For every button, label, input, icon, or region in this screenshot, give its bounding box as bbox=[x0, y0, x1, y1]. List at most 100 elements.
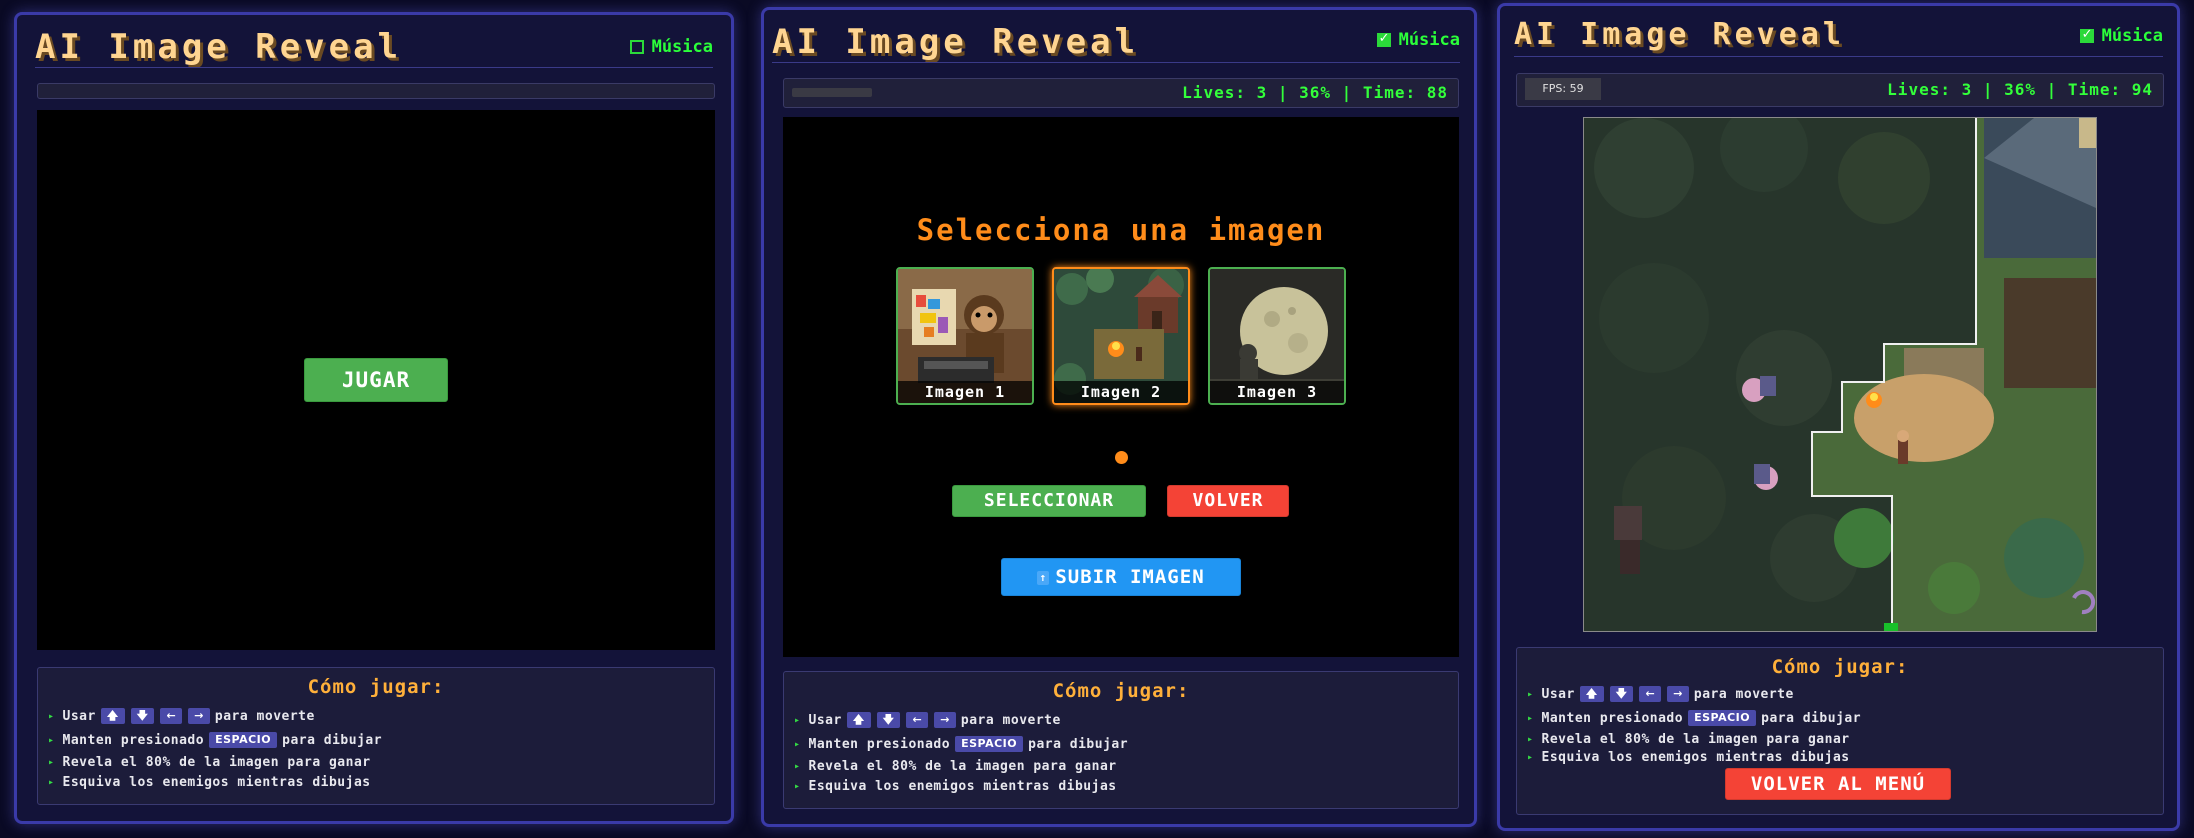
howto-move-pre: Usar bbox=[808, 712, 842, 728]
howto-avoid: ▸ Esquiva los enemigos mientras dibujas bbox=[794, 776, 1128, 796]
arrow-up-key-icon: 🡅 bbox=[846, 712, 871, 728]
howto-reveal: ▸ Revela el 80% de la imagen para ganar bbox=[48, 752, 382, 772]
image-option-label: Imagen 2 bbox=[1054, 381, 1188, 403]
space-key: ESPACIO bbox=[955, 736, 1024, 752]
progress-bar bbox=[792, 88, 872, 97]
status-text: Lives: 3 | 36% | Time: 94 bbox=[1887, 80, 2153, 99]
player-marker bbox=[1884, 623, 1898, 631]
music-label: Música bbox=[2101, 26, 2163, 46]
image-option-3[interactable]: Imagen 3 bbox=[1208, 267, 1346, 405]
upload-arrow-icon: ↑ bbox=[1037, 570, 1050, 585]
howto-hold: ▸ Manten presionado ESPACIO para dibujar bbox=[48, 728, 382, 752]
title-divider bbox=[772, 62, 1460, 63]
howto-avoid-text: Esquiva los enemigos mientras dibujas bbox=[1541, 749, 1850, 765]
arrow-right-key-icon: → bbox=[934, 712, 956, 728]
howto-hold-pre: Manten presionado bbox=[62, 732, 205, 748]
howto-hold: ▸ Manten presionado ESPACIO para dibujar bbox=[794, 732, 1128, 756]
howto-hold-pre: Manten presionado bbox=[808, 736, 951, 752]
fps-counter: FPS: 59 bbox=[1525, 78, 1601, 100]
bullet-icon: ▸ bbox=[1527, 688, 1534, 700]
music-label: Música bbox=[651, 37, 713, 57]
howto-reveal-text: Revela el 80% de la imagen para ganar bbox=[808, 758, 1117, 774]
bullet-icon: ▸ bbox=[1527, 712, 1534, 724]
image-option-2[interactable]: Imagen 2 bbox=[1052, 267, 1190, 405]
howto-move: ▸ Usar 🡅 🡇 ← → para moverte bbox=[48, 704, 382, 728]
image-option-1[interactable]: Imagen 1 bbox=[896, 267, 1034, 405]
howto-move-post: para moverte bbox=[214, 708, 315, 724]
howto-move-post: para moverte bbox=[960, 712, 1061, 728]
image-option-label: Imagen 1 bbox=[898, 381, 1032, 403]
howto-move: ▸ Usar 🡅 🡇 ← → para moverte bbox=[794, 708, 1128, 732]
arrow-down-key-icon: 🡇 bbox=[876, 712, 901, 728]
howto-reveal: ▸ Revela el 80% de la imagen para ganar bbox=[794, 756, 1128, 776]
app-title: AI Image Reveal bbox=[1514, 17, 1845, 52]
space-key: ESPACIO bbox=[209, 732, 278, 748]
howto-reveal-text: Revela el 80% de la imagen para ganar bbox=[62, 754, 371, 770]
select-image-title: Selecciona una imagen bbox=[916, 213, 1326, 247]
game-panel-play: AI Image Reveal Música FPS: 59 Lives: 3 … bbox=[1497, 3, 2180, 831]
how-to-play-title: Cómo jugar: bbox=[307, 676, 445, 698]
howto-move-pre: Usar bbox=[1541, 686, 1575, 702]
how-to-play-title: Cómo jugar: bbox=[1771, 656, 1909, 678]
howto-hold-post: para dibujar bbox=[1028, 736, 1129, 752]
howto-reveal: ▸ Revela el 80% de la imagen para ganar bbox=[1527, 730, 1861, 748]
arrow-right-key-icon: → bbox=[1667, 686, 1689, 702]
howto-move-post: para moverte bbox=[1693, 686, 1794, 702]
howto-hold-post: para dibujar bbox=[1761, 710, 1862, 726]
bullet-icon: ▸ bbox=[794, 760, 801, 772]
status-bar bbox=[37, 83, 715, 99]
game-canvas[interactable]: Selecciona una imagen Imagen 1 Imagen 2 … bbox=[783, 117, 1459, 657]
back-to-menu-button[interactable]: VOLVER AL MENÚ bbox=[1725, 768, 1951, 800]
music-checkbox[interactable] bbox=[629, 40, 644, 54]
game-panel-start: AI Image Reveal Música JUGAR Cómo jugar:… bbox=[14, 12, 734, 824]
play-button[interactable]: JUGAR bbox=[304, 358, 448, 402]
arrow-left-key-icon: ← bbox=[906, 712, 929, 728]
upload-image-label: SUBIR IMAGEN bbox=[1055, 566, 1205, 588]
title-divider bbox=[1514, 56, 2163, 57]
app-title: AI Image Reveal bbox=[772, 22, 1140, 62]
music-toggle[interactable]: Música bbox=[1376, 30, 1460, 50]
back-button[interactable]: VOLVER bbox=[1167, 485, 1289, 517]
how-to-play-title: Cómo jugar: bbox=[1052, 680, 1190, 702]
status-bar: Lives: 3 | 36% | Time: 88 bbox=[783, 78, 1459, 108]
bullet-icon: ▸ bbox=[1527, 751, 1534, 763]
select-button[interactable]: SELECCIONAR bbox=[952, 485, 1146, 517]
music-checkbox[interactable] bbox=[1376, 31, 1391, 47]
status-bar: FPS: 59 Lives: 3 | 36% | Time: 94 bbox=[1516, 73, 2164, 107]
howto-avoid: ▸ Esquiva los enemigos mientras dibujas bbox=[48, 772, 382, 792]
status-text: Lives: 3 | 36% | Time: 88 bbox=[1182, 83, 1448, 102]
arrow-down-key-icon: 🡇 bbox=[130, 708, 155, 724]
music-toggle[interactable]: Música bbox=[2079, 26, 2163, 46]
bullet-icon: ▸ bbox=[794, 714, 801, 726]
arrow-up-key-icon: 🡅 bbox=[100, 708, 125, 724]
game-canvas[interactable] bbox=[1583, 104, 2097, 632]
music-label: Música bbox=[1398, 30, 1460, 50]
how-to-play-box: Cómo jugar: ▸ Usar 🡅 🡇 ← → para moverte … bbox=[1516, 647, 2164, 815]
howto-avoid: ▸ Esquiva los enemigos mientras dibujas bbox=[1527, 748, 1861, 766]
revealed-forest-image bbox=[1584, 104, 2096, 631]
how-to-play-box: Cómo jugar: ▸ Usar 🡅 🡇 ← → para moverte … bbox=[783, 671, 1459, 809]
bullet-icon: ▸ bbox=[48, 710, 55, 722]
howto-move-pre: Usar bbox=[62, 708, 96, 724]
music-toggle[interactable]: Música bbox=[629, 37, 713, 57]
arrow-right-key-icon: → bbox=[188, 708, 210, 724]
howto-reveal-text: Revela el 80% de la imagen para ganar bbox=[1541, 731, 1850, 747]
howto-move: ▸ Usar 🡅 🡇 ← → para moverte bbox=[1527, 682, 1861, 706]
arrow-left-key-icon: ← bbox=[1639, 686, 1662, 702]
title-divider bbox=[35, 67, 713, 68]
howto-avoid-text: Esquiva los enemigos mientras dibujas bbox=[62, 774, 371, 790]
bullet-icon: ▸ bbox=[48, 756, 55, 768]
upload-image-button[interactable]: ↑ SUBIR IMAGEN bbox=[1001, 558, 1241, 596]
bullet-icon: ▸ bbox=[48, 776, 55, 788]
arrow-up-key-icon: 🡅 bbox=[1579, 686, 1604, 702]
how-to-play-box: Cómo jugar: ▸ Usar 🡅 🡇 ← → para moverte … bbox=[37, 667, 715, 805]
image-option-label: Imagen 3 bbox=[1210, 381, 1344, 403]
music-checkbox[interactable] bbox=[2079, 27, 2094, 43]
arrow-down-key-icon: 🡇 bbox=[1609, 686, 1634, 702]
howto-avoid-text: Esquiva los enemigos mientras dibujas bbox=[808, 778, 1117, 794]
game-canvas[interactable]: JUGAR bbox=[37, 110, 715, 650]
app-title: AI Image Reveal bbox=[35, 27, 403, 67]
howto-hold-pre: Manten presionado bbox=[1541, 710, 1684, 726]
howto-hold-post: para dibujar bbox=[282, 732, 383, 748]
bullet-icon: ▸ bbox=[794, 780, 801, 792]
